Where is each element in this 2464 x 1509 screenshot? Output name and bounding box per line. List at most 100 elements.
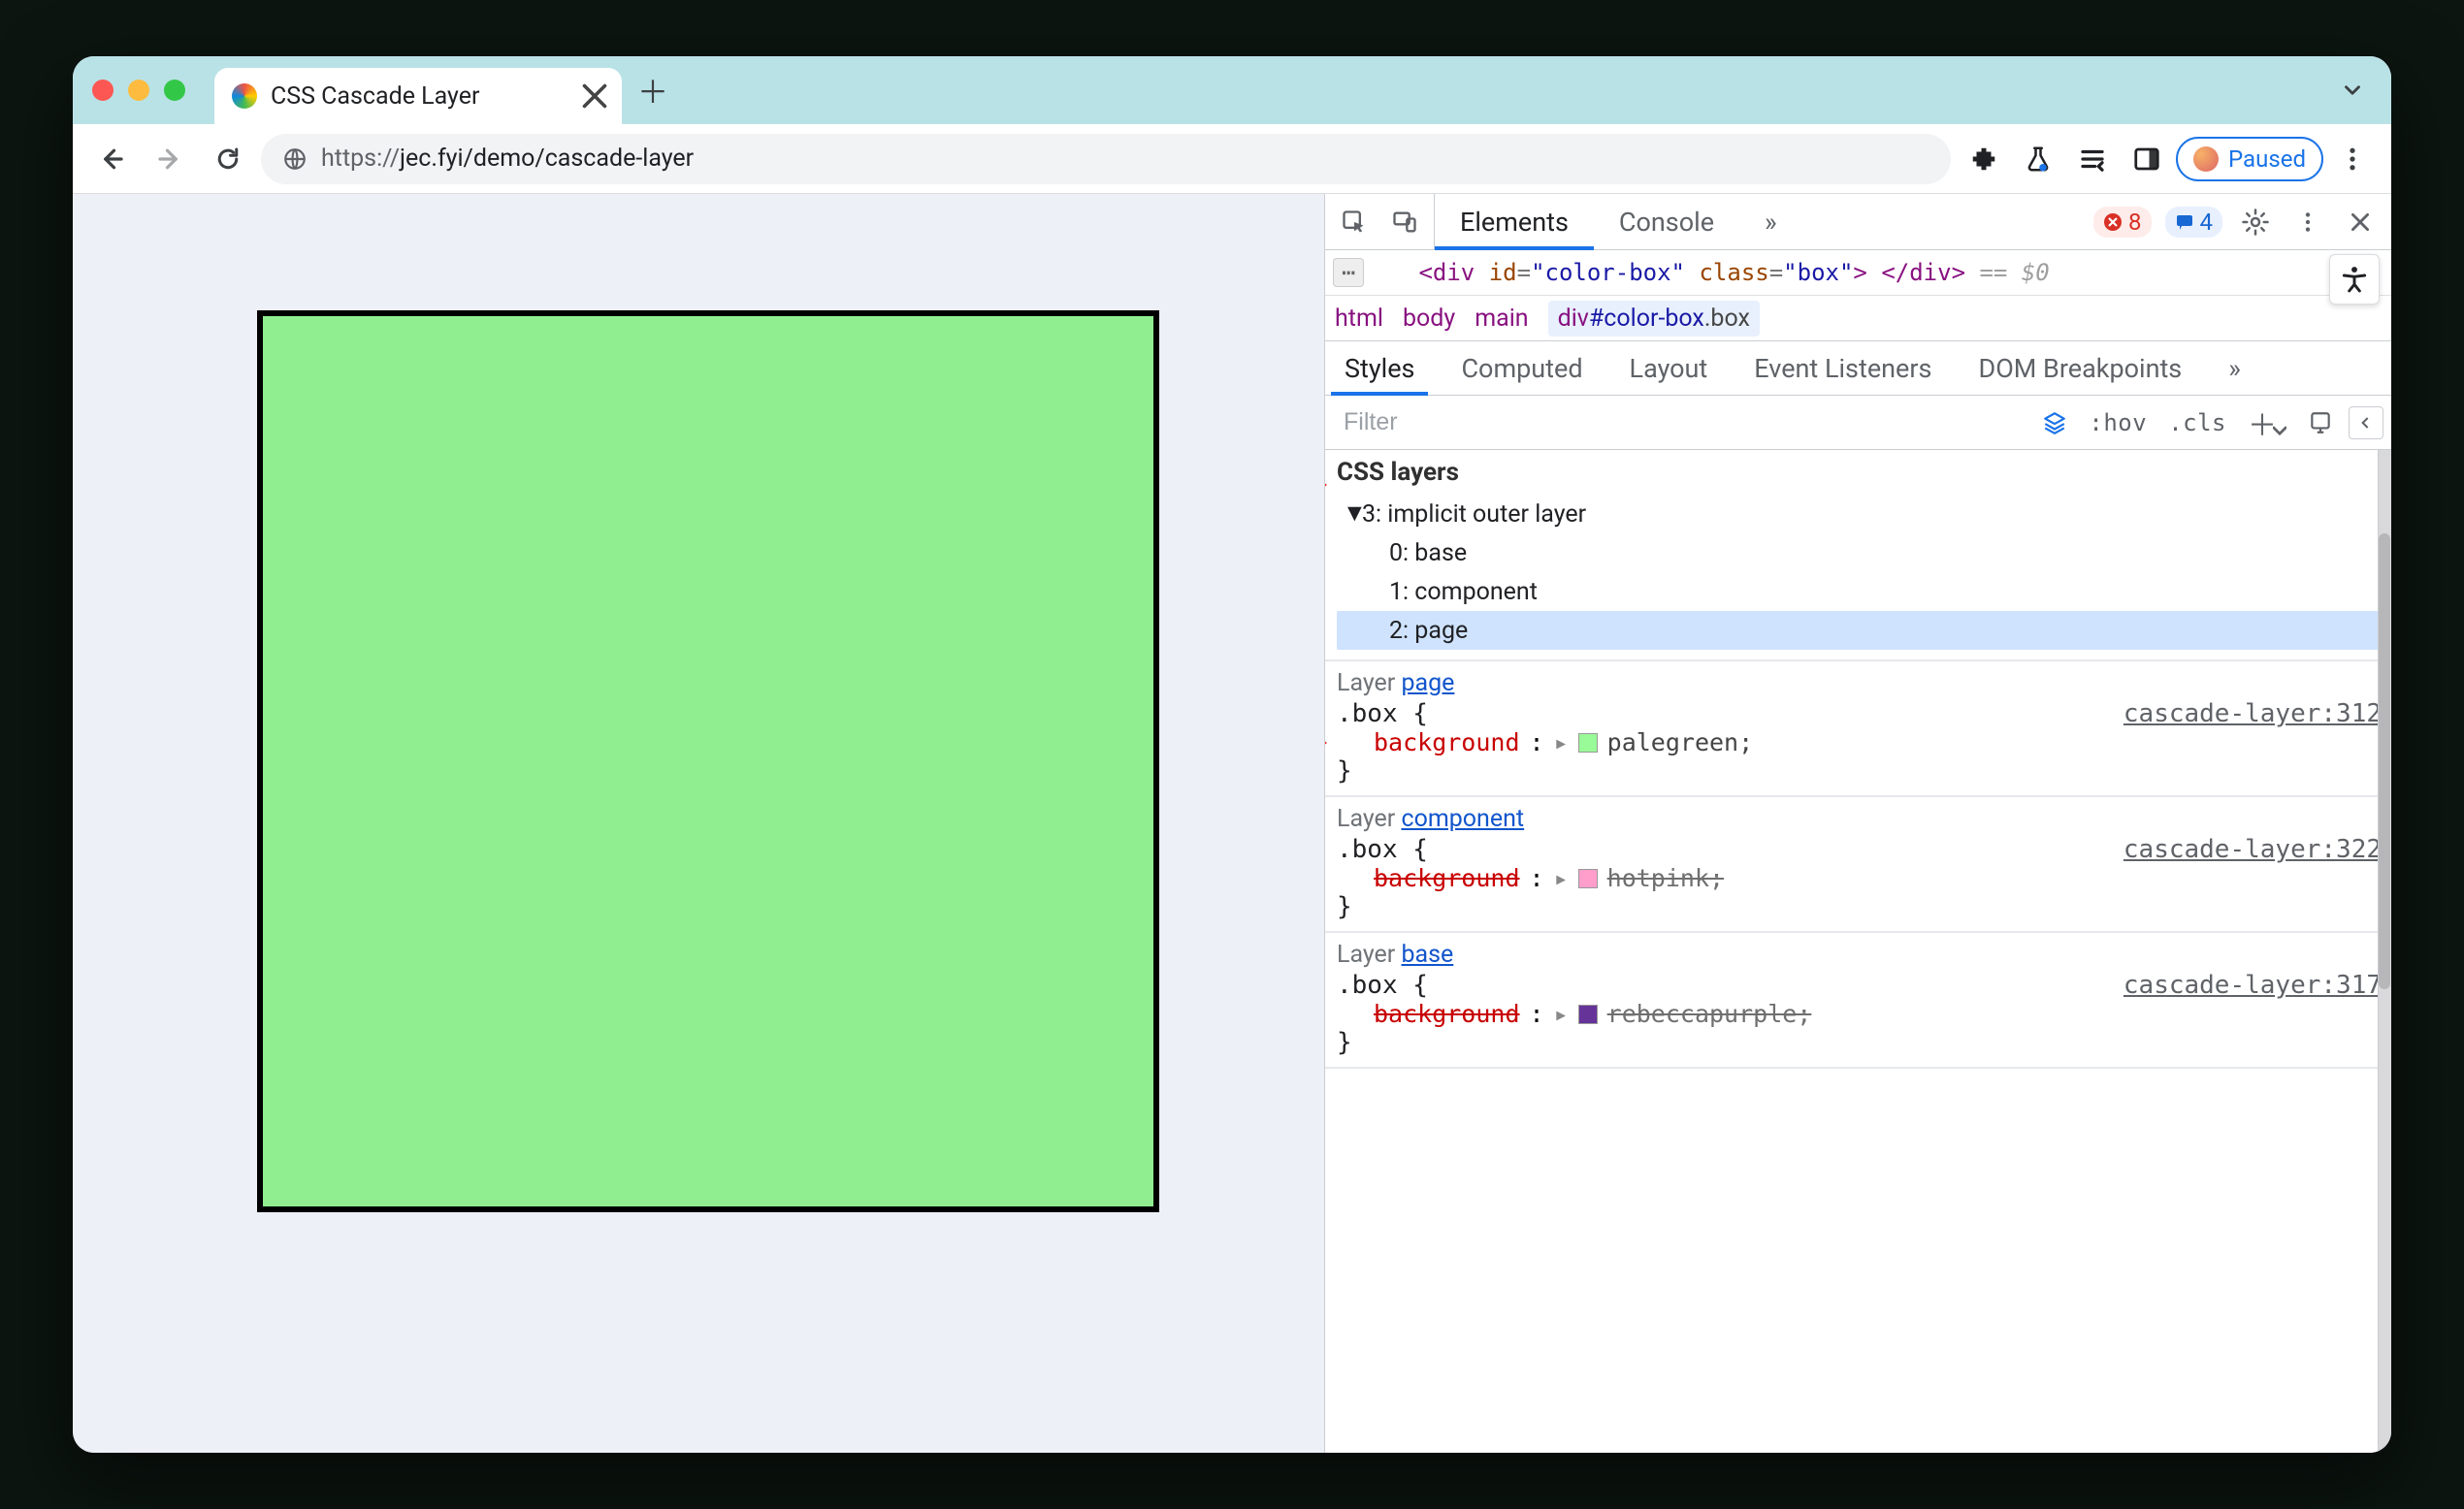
toolbar-actions: Paused [1959, 134, 2378, 184]
css-layers-section: CSS layers ▼3: implicit outer layer 0: b… [1325, 450, 2391, 661]
css-rule[interactable]: .box { cascade-layer:322 [1337, 835, 2382, 864]
layer-label: Layer component [1337, 805, 2382, 833]
message-icon [2175, 212, 2194, 232]
window-zoom-button[interactable] [164, 80, 185, 101]
styles-filter-input[interactable] [1333, 401, 2026, 444]
dom-selected-node[interactable]: ⋯ <div id="color-box" class="box"> </div… [1325, 250, 2391, 295]
tab-close-button[interactable] [577, 79, 612, 113]
crumb-main[interactable]: main [1475, 305, 1528, 333]
style-rule-section: Layer page.box {cascade-layer:312backgro… [1325, 661, 2391, 797]
layer-tree-item[interactable]: 1: component [1337, 572, 2382, 611]
dom-breadcrumb: html body main div#color-box.box [1325, 295, 2391, 341]
tab-title: CSS Cascade Layer [271, 82, 564, 111]
browser-tab[interactable]: CSS Cascade Layer [214, 68, 622, 124]
cls-toggle[interactable]: .cls [2162, 409, 2232, 436]
layer-label: Layer page [1337, 669, 2382, 697]
paused-label: Paused [2228, 145, 2306, 173]
extensions-icon[interactable] [1959, 134, 2009, 184]
css-declaration[interactable]: background:▸rebeccapurple; [1337, 1000, 2382, 1028]
color-swatch-icon[interactable] [1578, 1005, 1598, 1024]
css-prop-name: background [1374, 864, 1520, 892]
tab-more[interactable]: » [1739, 194, 1802, 249]
color-swatch-icon[interactable] [1578, 869, 1598, 888]
side-panel-icon[interactable] [2122, 134, 2172, 184]
crumb-selected[interactable]: div#color-box.box [1548, 301, 1760, 337]
devtools-settings-icon[interactable] [2236, 203, 2275, 241]
tab-dom-breakpoints[interactable]: DOM Breakpoints [1964, 341, 2195, 395]
annotation-arrow-icon [1325, 712, 1327, 774]
reload-button[interactable] [203, 134, 253, 184]
back-button[interactable] [86, 134, 137, 184]
address-bar[interactable]: https://jec.fyi/demo/cascade-layer [261, 134, 1951, 184]
tab-event-listeners[interactable]: Event Listeners [1740, 341, 1945, 395]
annotation-arrow-icon [1325, 454, 1327, 516]
css-source-link[interactable]: cascade-layer:322 [2124, 835, 2382, 864]
window-close-button[interactable] [92, 80, 113, 101]
device-preview-icon[interactable] [2302, 410, 2339, 435]
dom-ellipsis-icon[interactable]: ⋯ [1333, 258, 1364, 287]
css-prop-name: background [1374, 1000, 1520, 1028]
browser-menu-button[interactable] [2327, 134, 2378, 184]
css-declaration[interactable]: background:▸palegreen; [1337, 728, 2382, 756]
tab-styles[interactable]: Styles [1331, 341, 1428, 395]
expand-shorthand-icon[interactable]: ▸ [1554, 1000, 1569, 1028]
device-toggle-icon[interactable] [1385, 203, 1424, 241]
css-rule[interactable]: .box { cascade-layer:312 [1337, 699, 2382, 728]
window-minimize-button[interactable] [128, 80, 149, 101]
css-prop-name: background [1374, 728, 1520, 756]
layer-link[interactable]: base [1401, 941, 1453, 969]
layers-toggle-icon[interactable] [2036, 410, 2073, 435]
css-rule-close: } [1337, 892, 2382, 921]
address-toolbar: https://jec.fyi/demo/cascade-layer Pause… [73, 124, 2391, 194]
css-rule[interactable]: .box { cascade-layer:317 [1337, 971, 2382, 1000]
scrollbar-thumb[interactable] [2379, 533, 2390, 989]
css-prop-value: rebeccapurple; [1607, 1000, 1812, 1028]
profile-paused-pill[interactable]: Paused [2176, 137, 2323, 181]
devtools-close-button[interactable] [2341, 203, 2380, 241]
css-selector: .box { [1337, 971, 1428, 1000]
devtools-panel: Elements Console » 8 4 [1324, 194, 2391, 1453]
accessibility-button[interactable] [2329, 254, 2380, 305]
css-rule-close: } [1337, 756, 2382, 786]
tabs-overflow-button[interactable] [2331, 69, 2374, 112]
crumb-body[interactable]: body [1403, 305, 1455, 333]
expand-shorthand-icon[interactable]: ▸ [1554, 864, 1569, 892]
forward-button[interactable] [145, 134, 195, 184]
window-controls [92, 56, 185, 124]
reading-list-icon[interactable] [2067, 134, 2118, 184]
sidebar-collapse-icon[interactable] [2349, 406, 2383, 439]
tab-console[interactable]: Console [1594, 194, 1739, 249]
css-source-link[interactable]: cascade-layer:312 [2124, 699, 2382, 728]
tab-computed[interactable]: Computed [1447, 341, 1596, 395]
tab-styles-more[interactable]: » [2215, 341, 2254, 395]
tab-favicon-icon [232, 83, 257, 109]
new-style-rule-button[interactable]: ＋ [2242, 401, 2292, 444]
lab-flask-icon[interactable] [2013, 134, 2063, 184]
new-tab-button[interactable]: ＋ [632, 69, 674, 112]
layer-tree-item-selected[interactable]: 2: page [1337, 611, 2382, 650]
css-selector: .box { [1337, 835, 1428, 864]
css-layers-heading: CSS layers [1337, 458, 2382, 487]
site-info-icon[interactable] [282, 146, 308, 172]
color-swatch-icon[interactable] [1578, 733, 1598, 753]
messages-badge[interactable]: 4 [2165, 207, 2223, 238]
style-rule-section: Layer component.box {cascade-layer:322ba… [1325, 797, 2391, 933]
layer-tree-root[interactable]: ▼3: implicit outer layer [1337, 495, 2382, 533]
layer-link[interactable]: page [1401, 669, 1454, 697]
errors-badge[interactable]: 8 [2093, 207, 2152, 238]
styles-filter-row: :hov .cls ＋ [1325, 396, 2391, 450]
css-source-link[interactable]: cascade-layer:317 [2124, 971, 2382, 1000]
expand-shorthand-icon[interactable]: ▸ [1554, 728, 1569, 756]
devtools-menu-icon[interactable] [2288, 203, 2327, 241]
layer-tree-item[interactable]: 0: base [1337, 533, 2382, 572]
css-selector: .box { [1337, 699, 1428, 728]
content-area: Elements Console » 8 4 [73, 194, 2391, 1453]
inspect-element-icon[interactable] [1335, 203, 1374, 241]
crumb-html[interactable]: html [1335, 305, 1383, 333]
css-declaration[interactable]: background:▸hotpink; [1337, 864, 2382, 892]
hov-toggle[interactable]: :hov [2083, 409, 2153, 436]
avatar-icon [2193, 146, 2219, 172]
layer-link[interactable]: component [1401, 805, 1524, 833]
tab-layout[interactable]: Layout [1616, 341, 1722, 395]
tab-elements[interactable]: Elements [1435, 194, 1594, 249]
